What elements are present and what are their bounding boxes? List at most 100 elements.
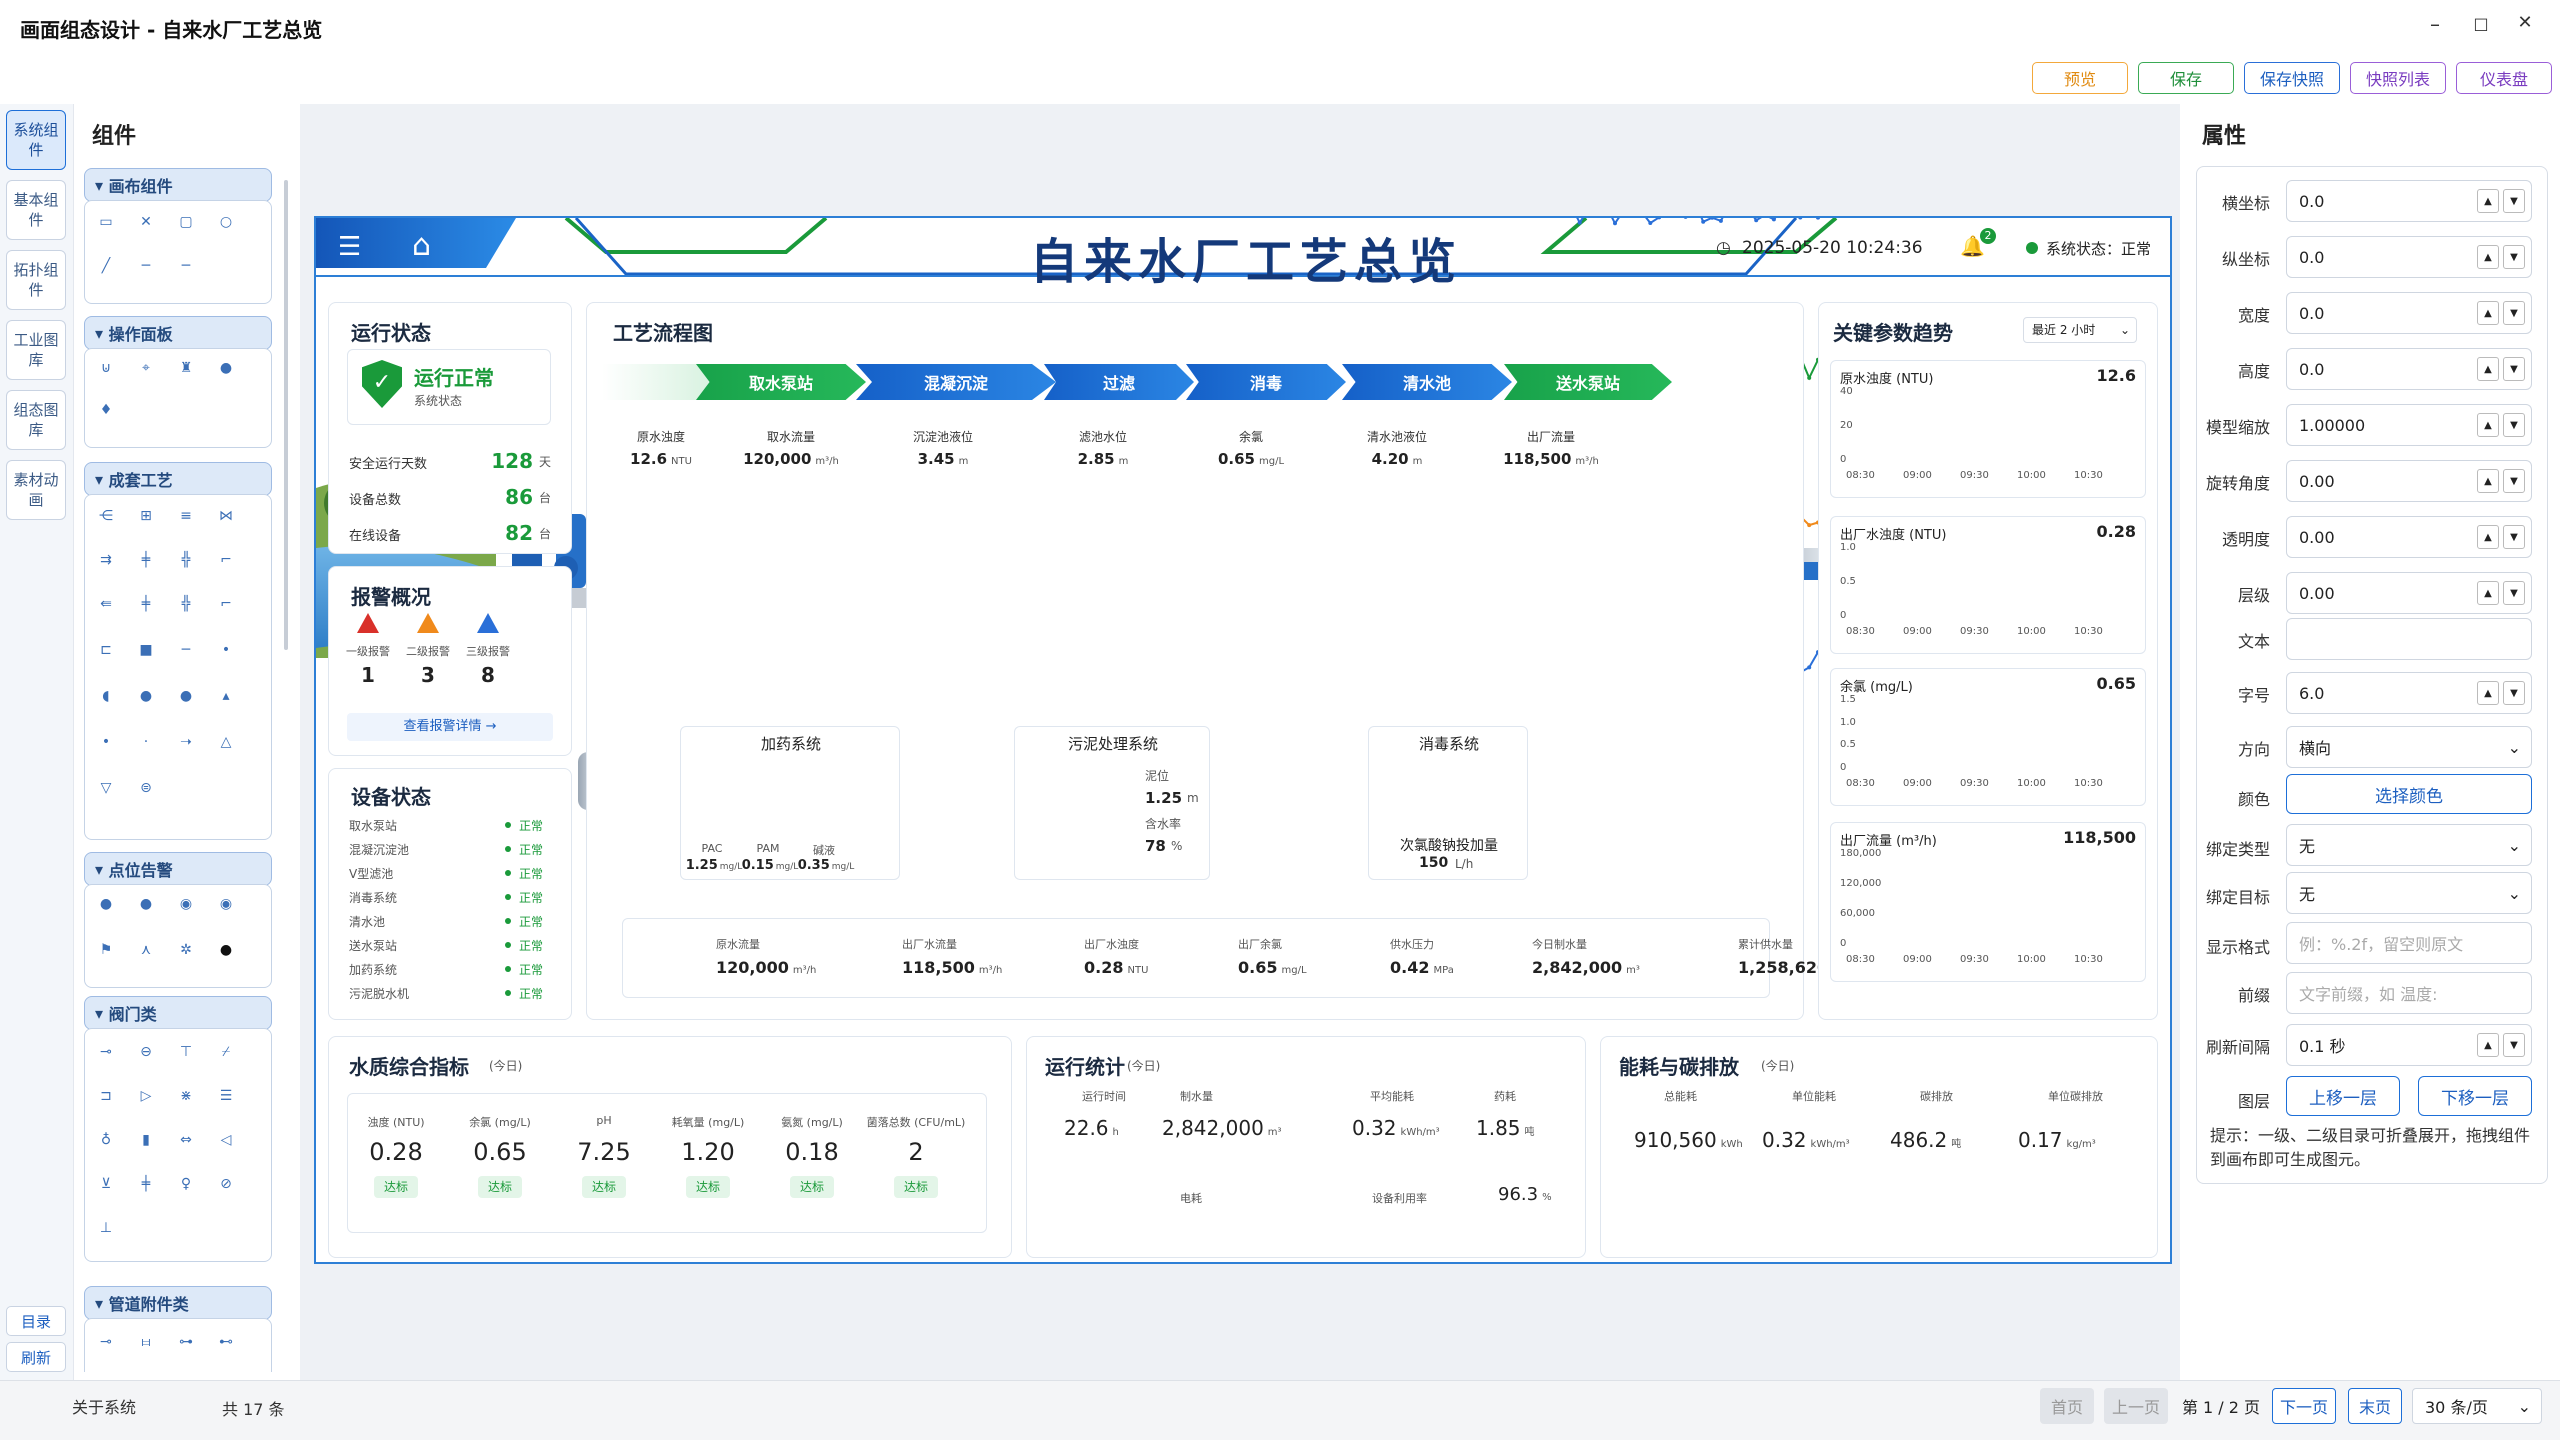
valve-g-icon[interactable]: ⋇ xyxy=(175,1087,197,1105)
valve-o-icon[interactable]: ♀ xyxy=(175,1175,197,1193)
pipe-icon[interactable]: ⇉ xyxy=(95,551,117,569)
alarm-star-icon[interactable]: ✲ xyxy=(175,941,197,959)
ellipse2-icon[interactable]: ● xyxy=(175,687,197,705)
valve-h-icon[interactable]: ☰ xyxy=(215,1087,237,1105)
trend-range-select[interactable]: 最近 2 小时 ⌄ xyxy=(2023,317,2137,343)
rail-material-animation[interactable]: 素材动画 xyxy=(6,460,66,520)
ellipse-icon[interactable]: ● xyxy=(135,687,157,705)
home-icon[interactable]: ⌂ xyxy=(412,228,431,263)
refresh-button[interactable]: 刷新 xyxy=(6,1342,66,1372)
rail-system-components[interactable]: 系统组件 xyxy=(6,110,66,170)
spin-down-icon[interactable]: ▼ xyxy=(2503,469,2525,493)
fitting-b-icon[interactable]: ⧦ xyxy=(135,1333,157,1351)
tee-icon[interactable]: ╪ xyxy=(135,551,157,569)
dot2-icon[interactable]: • xyxy=(215,641,237,659)
component-scrollbar[interactable] xyxy=(284,180,288,650)
alarm-black-dot-icon[interactable]: ● xyxy=(215,941,237,959)
spin-up-icon[interactable]: ▲ xyxy=(2477,245,2499,269)
valve-f-icon[interactable]: ▷ xyxy=(135,1087,157,1105)
format-input[interactable]: 例：%.2f，留空则原文 xyxy=(2286,922,2532,964)
elbow2-icon[interactable]: ⌐ xyxy=(215,595,237,613)
alarm-ring2-icon[interactable]: ◉ xyxy=(215,895,237,913)
group-operation-panel[interactable]: ▾ 操作面板 xyxy=(84,316,272,350)
close-button[interactable]: ✕ xyxy=(2510,12,2540,33)
spin-up-icon[interactable]: ▲ xyxy=(2477,413,2499,437)
filter-icon[interactable]: ⋈ xyxy=(215,507,237,525)
direction-select[interactable]: 横向 ⌄ xyxy=(2286,726,2532,768)
spin-up-icon[interactable]: ▲ xyxy=(2477,681,2499,705)
valve-e-icon[interactable]: ⊐ xyxy=(95,1087,117,1105)
valve-m-icon[interactable]: ⊻ xyxy=(95,1175,117,1193)
text-input[interactable] xyxy=(2286,618,2532,660)
valve-j-icon[interactable]: ▮ xyxy=(135,1131,157,1149)
spin-down-icon[interactable]: ▼ xyxy=(2503,413,2525,437)
circle-icon[interactable]: ○ xyxy=(215,213,237,231)
spin-down-icon[interactable]: ▼ xyxy=(2503,357,2525,381)
alarm-dot2-icon[interactable]: ● xyxy=(135,895,157,913)
refresh-interval-input[interactable]: 0.1 秒 ▲ ▼ xyxy=(2286,1024,2532,1066)
rail-topology-components[interactable]: 拓扑组件 xyxy=(6,250,66,310)
property-input[interactable]: 0.00 ▲ ▼ xyxy=(2286,572,2532,614)
small-dot-icon[interactable]: • xyxy=(95,733,117,751)
rect-icon[interactable]: ▢ xyxy=(175,213,197,231)
group-valves[interactable]: ▾ 阀门类 xyxy=(84,996,272,1030)
pump-icon[interactable]: ⋲ xyxy=(95,507,117,525)
layer-down-button[interactable]: 下移一层 xyxy=(2418,1076,2532,1116)
bind-type-select[interactable]: 无 ⌄ xyxy=(2286,824,2532,866)
half-circle-icon[interactable]: ◖ xyxy=(95,687,117,705)
about-link[interactable]: 关于系统 xyxy=(72,1394,136,1418)
property-input[interactable]: 0.00 ▲ ▼ xyxy=(2286,460,2532,502)
per-page-select[interactable]: 30 条/页 ⌄ xyxy=(2412,1388,2542,1424)
property-input[interactable]: 0.0 ▲ ▼ xyxy=(2286,348,2532,390)
arrow-icon[interactable]: ➝ xyxy=(175,733,197,751)
bracket-icon[interactable]: ⊏ xyxy=(95,641,117,659)
dot-icon[interactable]: ● xyxy=(215,359,237,377)
property-input[interactable]: 0.0 ▲ ▼ xyxy=(2286,292,2532,334)
save-button[interactable]: 保存 xyxy=(2138,62,2234,94)
cone-icon[interactable]: ▴ xyxy=(215,687,237,705)
text-icon[interactable]: ▭ xyxy=(95,213,117,231)
valve-q-icon[interactable]: ⊥ xyxy=(95,1219,117,1237)
cross-pipe-icon[interactable]: ╬ xyxy=(175,551,197,569)
mixer-icon[interactable]: ≡ xyxy=(175,507,197,525)
alarm-dot-icon[interactable]: ● xyxy=(95,895,117,913)
last-page-button[interactable]: 末页 xyxy=(2348,1388,2402,1424)
property-input[interactable]: 0.0 ▲ ▼ xyxy=(2286,236,2532,278)
minimize-button[interactable]: – xyxy=(2420,12,2450,36)
valve-a-icon[interactable]: ⊸ xyxy=(95,1043,117,1061)
property-input[interactable]: 0.00 ▲ ▼ xyxy=(2286,516,2532,558)
group-point-alarm[interactable]: ▾ 点位告警 xyxy=(84,852,272,886)
nozzle-icon[interactable]: ⇚ xyxy=(95,595,117,613)
bind-target-select[interactable]: 无 ⌄ xyxy=(2286,872,2532,914)
spin-up-icon[interactable]: ▲ xyxy=(2477,357,2499,381)
valve-icon[interactable]: ♜ xyxy=(175,359,197,377)
funnel-icon[interactable]: ▽ xyxy=(95,779,117,797)
spin-down-icon[interactable]: ▼ xyxy=(2503,189,2525,213)
cross2-icon[interactable]: ╬ xyxy=(175,595,197,613)
rail-industrial-library[interactable]: 工业图库 xyxy=(6,320,66,380)
layer-up-button[interactable]: 上移一层 xyxy=(2286,1076,2400,1116)
rail-basic-components[interactable]: 基本组件 xyxy=(6,180,66,240)
alarm-detail-link[interactable]: 查看报警详情 → xyxy=(347,713,553,741)
group-pipe-fittings[interactable]: ▾ 管道附件类 xyxy=(84,1286,272,1320)
spin-up-icon[interactable]: ▲ xyxy=(2477,525,2499,549)
prev-page-button[interactable]: 上一页 xyxy=(2104,1388,2168,1424)
choose-color-button[interactable]: 选择颜色 xyxy=(2286,774,2532,814)
spin-up-icon[interactable]: ▲ xyxy=(2477,469,2499,493)
font-size-input[interactable]: 6.0 ▲ ▼ xyxy=(2286,672,2532,714)
switch-icon[interactable]: ⊍ xyxy=(95,359,117,377)
property-input[interactable]: 0.0 ▲ ▼ xyxy=(2286,180,2532,222)
spin-down-icon[interactable]: ▼ xyxy=(2503,245,2525,269)
elbow-icon[interactable]: ⌐ xyxy=(215,551,237,569)
drop-icon[interactable]: ♦ xyxy=(95,401,117,419)
spin-up-icon[interactable]: ▲ xyxy=(2477,301,2499,325)
prefix-input[interactable]: 文字前缀，如 温度: xyxy=(2286,972,2532,1014)
fitting-a-icon[interactable]: ⊸ xyxy=(95,1333,117,1351)
hline-icon[interactable]: ─ xyxy=(135,257,157,275)
dash-icon[interactable]: ─ xyxy=(175,257,197,275)
spin-down-icon[interactable]: ▼ xyxy=(2503,1033,2525,1057)
tee2-icon[interactable]: ╪ xyxy=(135,595,157,613)
bar-icon[interactable]: ─ xyxy=(175,641,197,659)
tank-icon[interactable]: ⊞ xyxy=(135,507,157,525)
valve-b-icon[interactable]: ⊖ xyxy=(135,1043,157,1061)
